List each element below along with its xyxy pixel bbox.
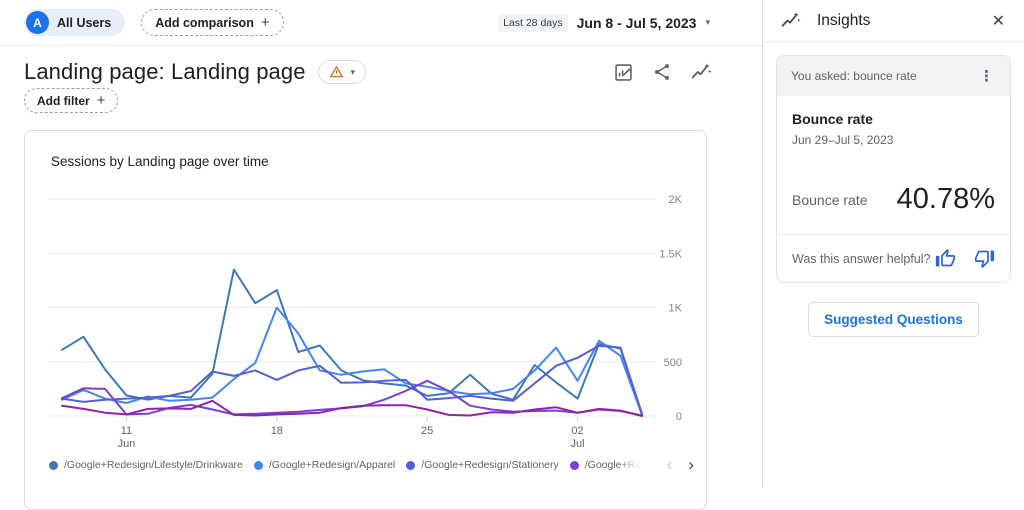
customize-report-button[interactable]: [612, 61, 634, 83]
svg-text:11: 11: [121, 425, 132, 437]
legend-item[interactable]: /Google+Redesign/Stationery: [406, 459, 558, 471]
kebab-menu-icon[interactable]: ⋮: [977, 67, 996, 85]
date-range-text: Jun 8 - Jul 5, 2023: [577, 15, 697, 31]
legend-label: /Google+Redesign/Stationery: [421, 459, 558, 471]
insights-panel-title: Insights: [817, 12, 870, 30]
warning-icon: [329, 65, 344, 79]
legend-item[interactable]: /Google+Redesign/Lifestyle/Drinkware: [49, 459, 243, 471]
insight-metric-row: Bounce rate 40.78%: [792, 183, 995, 216]
report-toolbar: [612, 61, 712, 83]
legend-pager: ‹ ›: [667, 455, 694, 475]
svg-text:2K: 2K: [669, 194, 683, 206]
audience-label: All Users: [57, 16, 111, 30]
sessions-line-chart: 0 500 1K 1.5K 2K 11Jun 18 25 02Jul: [25, 173, 708, 451]
svg-text:0: 0: [676, 411, 682, 423]
legend-dot-icon: [254, 461, 263, 470]
report-main: A All Users Add comparison + Last 28 day…: [0, 0, 762, 487]
add-comparison-label: Add comparison: [155, 16, 254, 30]
thumb-up-button[interactable]: [935, 248, 956, 269]
chart-line-series: [62, 346, 642, 415]
svg-text:500: 500: [664, 357, 682, 369]
report-title-row: Landing page: Landing page ▾: [24, 56, 712, 88]
ga4-report-page: { "topbar": { "audience_avatar": "A", "a…: [0, 0, 1024, 487]
add-filter-label: Add filter: [37, 94, 90, 108]
add-filter-button[interactable]: Add filter +: [24, 88, 118, 113]
thumb-down-button[interactable]: [974, 248, 995, 269]
legend-items: /Google+Redesign/Lifestyle/Drinkware/Goo…: [49, 459, 654, 471]
share-icon: [652, 62, 672, 82]
chart-title: Sessions by Landing page over time: [51, 154, 269, 169]
insight-metric-value: 40.78%: [897, 183, 995, 216]
share-report-button[interactable]: [651, 61, 673, 83]
insights-panel: Insights ✕ You asked: bounce rate ⋮ Boun…: [762, 0, 1024, 487]
legend-label: /Google+Rede: [585, 459, 643, 471]
legend-label: /Google+Redesign/Apparel: [269, 459, 395, 471]
customize-report-icon: [613, 62, 634, 83]
plus-icon: +: [261, 15, 270, 30]
report-topbar: A All Users Add comparison + Last 28 day…: [0, 0, 762, 46]
svg-text:Jun: Jun: [118, 438, 136, 450]
chart-legend: /Google+Redesign/Lifestyle/Drinkware/Goo…: [49, 455, 694, 475]
plus-icon: +: [97, 93, 106, 108]
legend-dot-icon: [406, 461, 415, 470]
legend-item[interactable]: /Google+Rede: [570, 459, 643, 471]
legend-item[interactable]: /Google+Redesign/Apparel: [254, 459, 395, 471]
audience-avatar: A: [26, 11, 49, 34]
legend-dot-icon: [570, 461, 579, 470]
insights-sparkle-icon: [690, 61, 712, 83]
legend-prev-button[interactable]: ‹: [667, 455, 673, 475]
audience-chip-all-users[interactable]: A All Users: [24, 9, 125, 36]
legend-dot-icon: [49, 461, 58, 470]
close-icon[interactable]: ✕: [990, 9, 1007, 33]
suggested-questions-wrap: Suggested Questions: [763, 302, 1024, 337]
insight-feedback-footer: Was this answer helpful?: [777, 234, 1010, 282]
insights-toggle-button[interactable]: [690, 61, 712, 83]
svg-text:02: 02: [571, 425, 583, 437]
caret-down-icon: ▾: [351, 68, 356, 77]
legend-next-button[interactable]: ›: [688, 455, 694, 475]
filter-row: Add filter +: [24, 88, 118, 113]
data-quality-warning-button[interactable]: ▾: [318, 60, 367, 84]
sessions-chart-card: Sessions by Landing page over time 0 500 1…: [24, 130, 707, 510]
insights-sparkle-icon: [780, 10, 801, 31]
svg-text:1K: 1K: [669, 303, 683, 315]
feedback-prompt: Was this answer helpful?: [792, 252, 935, 266]
insight-question-header: You asked: bounce rate ⋮: [777, 56, 1010, 96]
svg-text:1.5K: 1.5K: [659, 248, 682, 260]
date-range-badge: Last 28 days: [498, 14, 568, 32]
insight-card-body: Bounce rate Jun 29–Jul 5, 2023 Bounce ra…: [777, 96, 1010, 234]
insight-date-range: Jun 29–Jul 5, 2023: [792, 133, 995, 147]
feedback-buttons: [935, 248, 995, 269]
page-title: Landing page: Landing page: [24, 59, 306, 85]
insight-metric-label: Bounce rate: [792, 192, 868, 208]
legend-label: /Google+Redesign/Lifestyle/Drinkware: [64, 459, 243, 471]
insights-panel-header: Insights ✕: [763, 0, 1024, 42]
chart-line-series: [62, 270, 642, 414]
caret-down-icon: ▾: [705, 18, 710, 27]
svg-text:25: 25: [421, 425, 433, 437]
insight-answer-card: You asked: bounce rate ⋮ Bounce rate Jun…: [776, 55, 1011, 283]
insight-question-label: You asked: bounce rate: [791, 69, 977, 83]
suggested-questions-button[interactable]: Suggested Questions: [808, 302, 979, 337]
svg-text:18: 18: [271, 425, 283, 437]
add-comparison-button[interactable]: Add comparison +: [141, 9, 283, 36]
svg-text:Jul: Jul: [571, 438, 585, 450]
insight-metric-title: Bounce rate: [792, 111, 995, 127]
date-range-picker[interactable]: Last 28 days Jun 8 - Jul 5, 2023 ▾: [498, 14, 710, 32]
